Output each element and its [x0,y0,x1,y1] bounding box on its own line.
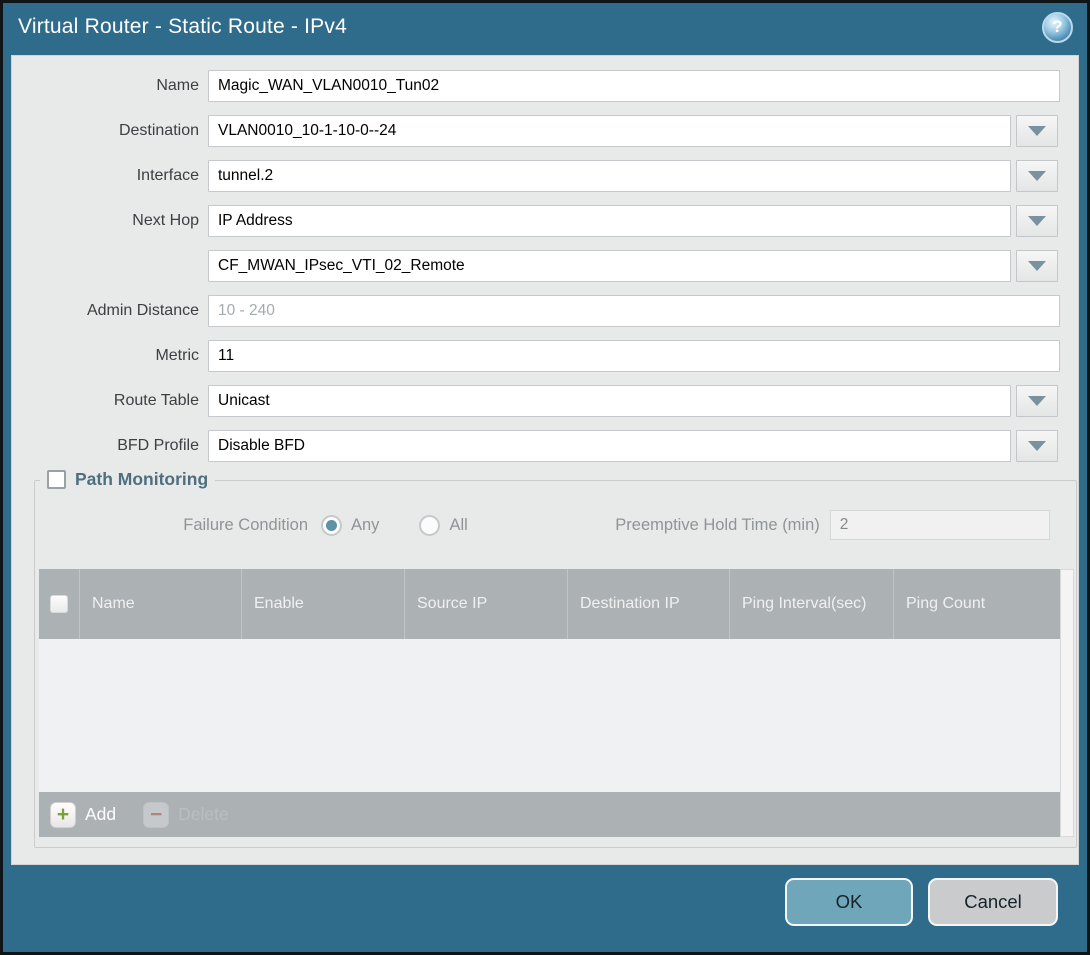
preemptive-hold-time-label: Preemptive Hold Time (min) [568,516,820,535]
name-label: Name [12,77,208,95]
add-button[interactable]: + Add [50,802,116,828]
delete-icon: − [143,802,169,828]
column-header-destination-ip: Destination IP [567,569,729,639]
path-monitoring-legend: Path Monitoring [40,469,215,490]
metric-input[interactable] [208,340,1060,372]
interface-dropdown-button[interactable] [1016,160,1058,192]
form-row-next-hop: Next Hop [12,205,1078,237]
form-row-destination: Destination [12,115,1078,147]
column-header-name: Name [79,569,241,639]
next-hop-label: Next Hop [12,212,208,230]
dialog-content: Name Destination Interface Next Hop [11,55,1079,865]
next-hop-address-input[interactable] [208,250,1011,282]
route-table-dropdown-button[interactable] [1016,385,1058,417]
delete-button-label: Delete [178,804,229,825]
failure-condition-all-label: All [449,516,467,535]
add-button-label: Add [85,804,116,825]
failure-condition-row: Failure Condition Any All Preemptive Hol… [35,509,1076,541]
chevron-down-icon [1028,396,1046,406]
delete-button[interactable]: − Delete [143,802,229,828]
chevron-down-icon [1028,216,1046,226]
interface-label: Interface [12,167,208,185]
next-hop-type-dropdown-button[interactable] [1016,205,1058,237]
preemptive-hold-time-input[interactable] [830,510,1050,540]
form-row-bfd-profile: BFD Profile [12,430,1078,462]
next-hop-type-input[interactable] [208,205,1011,237]
table-header-row: Name Enable Source IP Destination IP Pin… [39,569,1060,639]
destination-label: Destination [12,122,208,140]
static-route-dialog: Virtual Router - Static Route - IPv4 ? N… [0,0,1090,955]
form-row-next-hop-address [12,250,1078,282]
bfd-profile-dropdown-button[interactable] [1016,430,1058,462]
help-icon[interactable]: ? [1042,12,1073,43]
column-header-ping-count: Ping Count [893,569,1060,639]
path-monitoring-section: Path Monitoring Failure Condition Any Al… [34,480,1077,848]
dialog-titlebar: Virtual Router - Static Route - IPv4 ? [3,3,1087,55]
admin-distance-label: Admin Distance [12,302,208,320]
path-monitoring-table: Name Enable Source IP Destination IP Pin… [39,569,1074,837]
cancel-button[interactable]: Cancel [928,878,1058,926]
dialog-footer: OK Cancel [3,865,1087,952]
bfd-profile-label: BFD Profile [12,437,208,455]
metric-label: Metric [12,347,208,365]
ok-button[interactable]: OK [785,878,913,926]
path-monitoring-title: Path Monitoring [75,469,208,490]
chevron-down-icon [1028,126,1046,136]
failure-condition-all-radio[interactable] [419,515,440,536]
column-header-source-ip: Source IP [404,569,567,639]
destination-input[interactable] [208,115,1011,147]
chevron-down-icon [1028,261,1046,271]
interface-input[interactable] [208,160,1011,192]
destination-dropdown-button[interactable] [1016,115,1058,147]
form-row-route-table: Route Table [12,385,1078,417]
route-table-label: Route Table [12,392,208,410]
route-table-input[interactable] [208,385,1011,417]
table-header-checkbox-cell [39,569,79,639]
select-all-checkbox[interactable] [50,595,68,613]
bfd-profile-input[interactable] [208,430,1011,462]
path-monitoring-checkbox[interactable] [47,470,66,489]
table-scrollbar[interactable] [1060,569,1074,837]
name-input[interactable] [208,70,1060,102]
failure-condition-any-label: Any [351,516,379,535]
column-header-ping-interval: Ping Interval(sec) [729,569,893,639]
next-hop-address-dropdown-button[interactable] [1016,250,1058,282]
table-toolbar: + Add − Delete [39,792,1060,837]
add-icon: + [50,802,76,828]
form-row-metric: Metric [12,340,1078,372]
chevron-down-icon [1028,171,1046,181]
failure-condition-any-radio[interactable] [321,515,342,536]
failure-condition-label: Failure Condition [35,516,308,535]
form-row-interface: Interface [12,160,1078,192]
admin-distance-input[interactable] [208,295,1060,327]
chevron-down-icon [1028,441,1046,451]
table-body-empty [39,639,1060,792]
form-row-name: Name [12,70,1078,102]
form-row-admin-distance: Admin Distance [12,295,1078,327]
column-header-enable: Enable [241,569,404,639]
dialog-title: Virtual Router - Static Route - IPv4 [18,15,347,39]
